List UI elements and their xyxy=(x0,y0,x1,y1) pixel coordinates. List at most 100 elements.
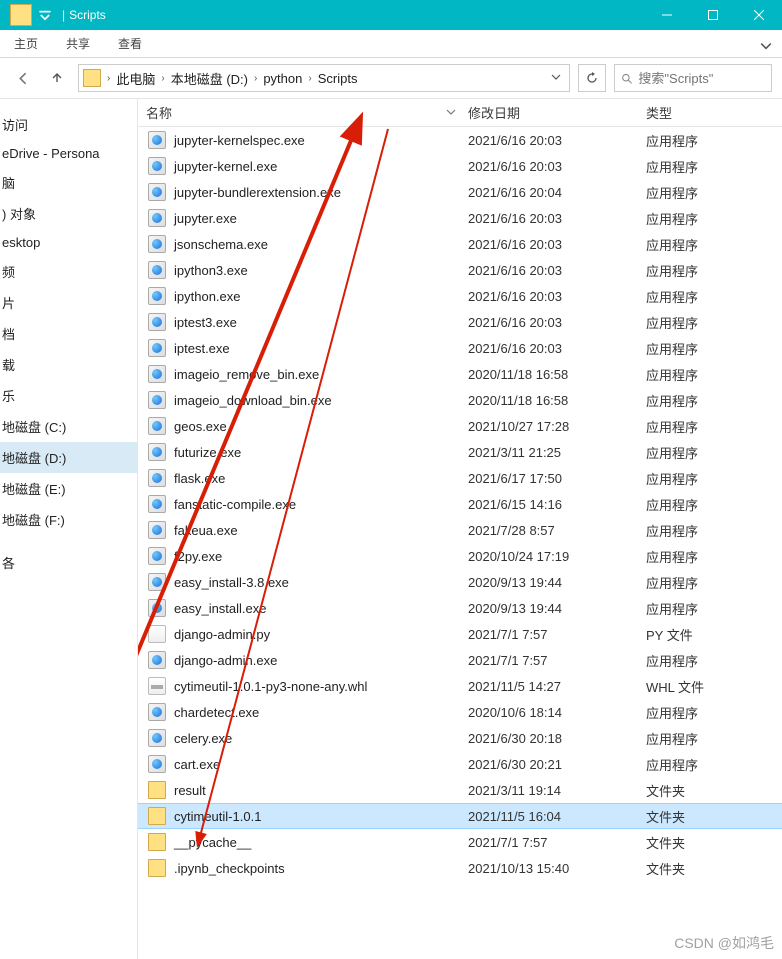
column-header-date[interactable]: 修改日期 xyxy=(468,103,646,122)
sidebar-item[interactable]: 频 xyxy=(0,256,137,287)
minimize-button[interactable] xyxy=(644,0,690,30)
column-header-type[interactable]: 类型 xyxy=(646,103,782,122)
file-date-cell: 2021/6/30 20:21 xyxy=(468,757,646,772)
chevron-right-icon[interactable]: › xyxy=(105,73,112,84)
file-row[interactable]: f2py.exe2020/10/24 17:19应用程序 xyxy=(138,543,782,569)
file-row[interactable]: ipython.exe2021/6/16 20:03应用程序 xyxy=(138,283,782,309)
refresh-button[interactable] xyxy=(578,64,606,92)
file-row[interactable]: jsonschema.exe2021/6/16 20:03应用程序 xyxy=(138,231,782,257)
file-type-cell: 应用程序 xyxy=(646,339,782,358)
file-name-label: ipython3.exe xyxy=(174,263,248,278)
file-name-cell: cart.exe xyxy=(138,755,468,773)
file-row[interactable]: ipython3.exe2021/6/16 20:03应用程序 xyxy=(138,257,782,283)
file-name-cell: celery.exe xyxy=(138,729,468,747)
file-row[interactable]: jupyter-kernelspec.exe2021/6/16 20:03应用程… xyxy=(138,127,782,153)
sidebar-item[interactable]: 地磁盘 (E:) xyxy=(0,473,137,504)
file-row[interactable]: result2021/3/11 19:14文件夹 xyxy=(138,777,782,803)
sidebar: 访问eDrive - Persona脑) 对象esktop频片档载乐地磁盘 (C… xyxy=(0,99,138,959)
column-header-label: 名称 xyxy=(146,103,172,122)
sidebar-item[interactable]: 访问 xyxy=(0,109,137,140)
chevron-right-icon[interactable]: › xyxy=(159,73,166,84)
exe-icon xyxy=(148,365,166,383)
file-row[interactable]: __pycache__2021/7/1 7:57文件夹 xyxy=(138,829,782,855)
file-type-cell: 应用程序 xyxy=(646,599,782,618)
ribbon-tab-share[interactable]: 共享 xyxy=(52,31,104,57)
file-row[interactable]: fakeua.exe2021/7/28 8:57应用程序 xyxy=(138,517,782,543)
file-row[interactable]: jupyter-bundlerextension.exe2021/6/16 20… xyxy=(138,179,782,205)
sidebar-item[interactable]: ) 对象 xyxy=(0,198,137,229)
file-name-label: easy_install.exe xyxy=(174,601,267,616)
breadcrumb-item[interactable]: 本地磁盘 (D:) xyxy=(167,69,252,88)
folder-icon xyxy=(148,807,166,825)
file-row[interactable]: iptest3.exe2021/6/16 20:03应用程序 xyxy=(138,309,782,335)
file-name-cell: easy_install.exe xyxy=(138,599,468,617)
file-row[interactable]: imageio_remove_bin.exe2020/11/18 16:58应用… xyxy=(138,361,782,387)
file-row[interactable]: iptest.exe2021/6/16 20:03应用程序 xyxy=(138,335,782,361)
file-row[interactable]: cytimeutil-1.0.1-py3-none-any.whl2021/11… xyxy=(138,673,782,699)
file-row[interactable]: imageio_download_bin.exe2020/11/18 16:58… xyxy=(138,387,782,413)
close-button[interactable] xyxy=(736,0,782,30)
whl-icon xyxy=(148,677,166,695)
chevron-down-icon[interactable] xyxy=(551,69,565,87)
search-input[interactable] xyxy=(638,71,765,86)
file-row[interactable]: flask.exe2021/6/17 17:50应用程序 xyxy=(138,465,782,491)
sidebar-item[interactable]: 地磁盘 (F:) xyxy=(0,504,137,535)
sidebar-item[interactable]: 脑 xyxy=(0,167,137,198)
file-name-label: chardetect.exe xyxy=(174,705,259,720)
nav-back-button[interactable] xyxy=(10,65,36,91)
file-row[interactable]: jupyter-kernel.exe2021/6/16 20:03应用程序 xyxy=(138,153,782,179)
chevron-right-icon[interactable]: › xyxy=(306,73,313,84)
file-row[interactable]: easy_install-3.8.exe2020/9/13 19:44应用程序 xyxy=(138,569,782,595)
folder-icon xyxy=(148,781,166,799)
file-row[interactable]: fanstatic-compile.exe2021/6/15 14:16应用程序 xyxy=(138,491,782,517)
file-row[interactable]: futurize.exe2021/3/11 21:25应用程序 xyxy=(138,439,782,465)
file-date-cell: 2021/6/16 20:03 xyxy=(468,133,646,148)
breadcrumb-item[interactable]: Scripts xyxy=(314,71,362,86)
maximize-button[interactable] xyxy=(690,0,736,30)
exe-icon xyxy=(148,235,166,253)
ribbon-expand-icon[interactable] xyxy=(750,39,782,57)
file-name-cell: imageio_download_bin.exe xyxy=(138,391,468,409)
breadcrumb-item[interactable]: 此电脑 xyxy=(112,69,159,88)
breadcrumb[interactable]: › 此电脑 › 本地磁盘 (D:) › python › Scripts xyxy=(78,64,570,92)
sidebar-item[interactable]: 各 xyxy=(0,547,137,578)
file-type-cell: WHL 文件 xyxy=(646,677,782,696)
sidebar-item[interactable]: 片 xyxy=(0,287,137,318)
file-name-cell: .ipynb_checkpoints xyxy=(138,859,468,877)
sidebar-item[interactable]: esktop xyxy=(0,229,137,256)
file-date-cell: 2021/6/16 20:03 xyxy=(468,159,646,174)
nav-up-button[interactable] xyxy=(44,65,70,91)
sidebar-item[interactable]: 乐 xyxy=(0,380,137,411)
exe-icon xyxy=(148,495,166,513)
sidebar-item[interactable] xyxy=(0,535,137,547)
file-row[interactable]: cart.exe2021/6/30 20:21应用程序 xyxy=(138,751,782,777)
file-row[interactable]: celery.exe2021/6/30 20:18应用程序 xyxy=(138,725,782,751)
file-row[interactable]: easy_install.exe2020/9/13 19:44应用程序 xyxy=(138,595,782,621)
file-name-label: celery.exe xyxy=(174,731,232,746)
ribbon-tab-home[interactable]: 主页 xyxy=(0,31,52,57)
file-row[interactable]: django-admin.exe2021/7/1 7:57应用程序 xyxy=(138,647,782,673)
ribbon-tab-view[interactable]: 查看 xyxy=(104,31,156,57)
file-row[interactable]: cytimeutil-1.0.12021/11/5 16:04文件夹 xyxy=(138,803,782,829)
exe-icon xyxy=(148,209,166,227)
file-row[interactable]: django-admin.py2021/7/1 7:57PY 文件 xyxy=(138,621,782,647)
file-date-cell: 2021/6/15 14:16 xyxy=(468,497,646,512)
file-row[interactable]: chardetect.exe2020/10/6 18:14应用程序 xyxy=(138,699,782,725)
search-box[interactable] xyxy=(614,64,772,92)
sidebar-item[interactable]: 地磁盘 (D:) xyxy=(0,442,137,473)
breadcrumb-item[interactable]: python xyxy=(259,71,306,86)
sidebar-item[interactable]: 载 xyxy=(0,349,137,380)
column-header-name[interactable]: 名称 xyxy=(138,103,468,122)
sidebar-item[interactable]: 档 xyxy=(0,318,137,349)
file-date-cell: 2021/6/16 20:03 xyxy=(468,289,646,304)
exe-icon xyxy=(148,391,166,409)
chevron-right-icon[interactable]: › xyxy=(252,73,259,84)
file-row[interactable]: geos.exe2021/10/27 17:28应用程序 xyxy=(138,413,782,439)
file-row[interactable]: jupyter.exe2021/6/16 20:03应用程序 xyxy=(138,205,782,231)
qat-dropdown-icon[interactable] xyxy=(38,8,52,22)
sidebar-item[interactable]: 地磁盘 (C:) xyxy=(0,411,137,442)
sidebar-item[interactable]: eDrive - Persona xyxy=(0,140,137,167)
file-name-cell: cytimeutil-1.0.1 xyxy=(138,807,468,825)
file-row[interactable]: .ipynb_checkpoints2021/10/13 15:40文件夹 xyxy=(138,855,782,881)
sort-indicator-icon[interactable] xyxy=(446,105,456,120)
